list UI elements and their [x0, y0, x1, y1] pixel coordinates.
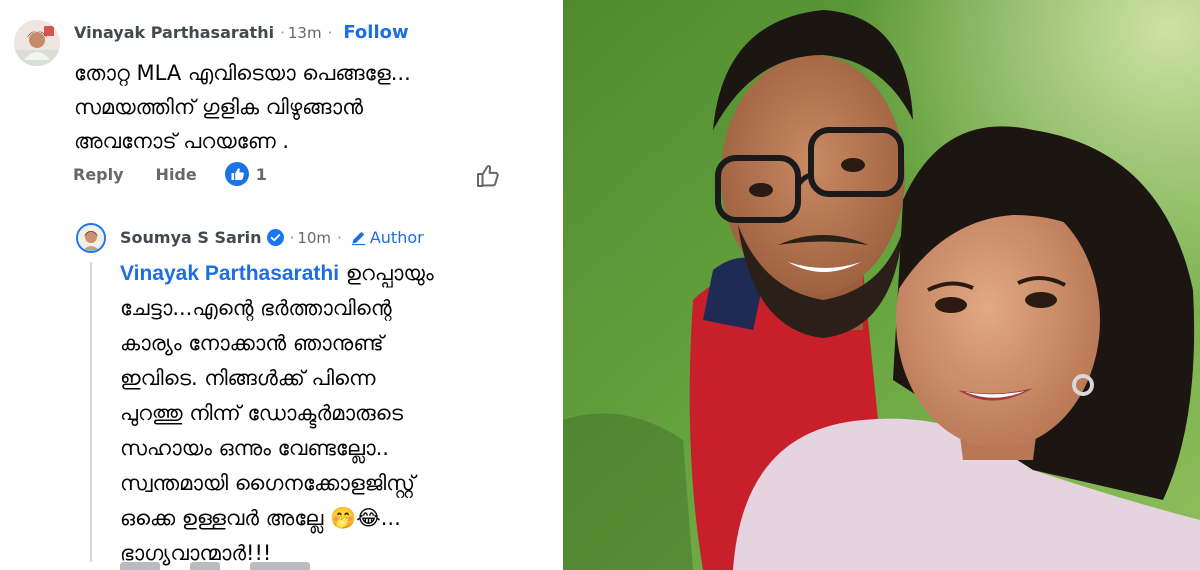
pencil-icon: [350, 229, 367, 246]
meta-separator: ·: [337, 228, 342, 247]
reply-line: ഒക്കെ ഉള്ളവർ അല്ലേ 🤭😂...: [120, 506, 401, 530]
cut-off-action: [120, 562, 160, 570]
meta-separator: ·: [327, 23, 333, 42]
reply-line: Vinayak Parthasarathi ഉറപ്പായും: [120, 256, 545, 291]
profile-photo-icon: [14, 20, 60, 66]
reply-text: Vinayak Parthasarathi ഉറപ്പായും ചേട്ടാ..…: [120, 256, 545, 570]
comment-thread: Vinayak Parthasarathi · 13m · Follow തോറ…: [0, 0, 560, 570]
profile-photo-icon: [78, 225, 104, 251]
reply-thread-line: [90, 262, 92, 562]
comment-text: തോറ്റ MLA എവിടെയാ പെങ്ങളേ... സമയത്തിന് ഗ…: [74, 56, 514, 158]
reply-line: പുറത്തു നിന്ന് ഡോക്ടർമാരുടെ: [120, 401, 403, 425]
reply-header: Soumya S Sarin · 10m · Author: [120, 228, 424, 247]
comment-line: തോറ്റ MLA എവിടെയാ പെങ്ങളേ...: [74, 61, 411, 85]
meta-separator: ·: [289, 228, 295, 247]
reply-line: ഇവിടെ. നിങ്ങൾക്ക് പിന്നെ: [120, 366, 376, 390]
reply-line-text: ഉറപ്പായും: [339, 261, 434, 285]
commenter-avatar[interactable]: [14, 20, 60, 66]
mention-link[interactable]: Vinayak Parthasarathi: [120, 262, 339, 285]
couple-selfie-photo: [563, 0, 1200, 570]
thumbs-up-icon[interactable]: [475, 163, 501, 189]
author-badge: Author: [350, 228, 424, 247]
follow-button[interactable]: Follow: [343, 22, 408, 43]
reply-timestamp[interactable]: 10m: [297, 229, 331, 247]
cut-off-action: [250, 562, 310, 570]
reply-button[interactable]: Reply: [73, 165, 124, 184]
cut-off-action: [190, 562, 220, 570]
reply-line: കാര്യം നോക്കാൻ ഞാനുണ്ട്: [120, 331, 384, 355]
reply-line: സഹായം ഒന്നും വേണ്ടല്ലോ..: [120, 436, 389, 460]
verified-badge-icon: [266, 229, 284, 246]
reaction-count: 1: [255, 164, 267, 184]
reply-author-avatar[interactable]: [76, 223, 106, 253]
comment-timestamp[interactable]: 13m: [288, 24, 322, 42]
reply-line: ചേട്ടാ...എന്റെ ഭർത്താവിന്റെ: [120, 296, 392, 320]
reply-actions-cut-off: [120, 562, 310, 570]
commenter-name[interactable]: Vinayak Parthasarathi: [74, 23, 274, 42]
author-badge-label: Author: [369, 228, 424, 247]
like-reaction-icon: [224, 162, 249, 186]
meta-separator: ·: [280, 23, 285, 42]
comment-line: സമയത്തിന് ഗുളിക വിഴുങ്ങാൻ: [74, 95, 363, 119]
reply-author-name[interactable]: Soumya S Sarin: [120, 228, 262, 247]
reply-line: സ്വന്തമായി ഗൈനക്കോളജിസ്റ്റ്: [120, 471, 415, 495]
comment-header: Vinayak Parthasarathi · 13m · Follow: [74, 22, 409, 43]
comment-line: അവനോട് പറയണേ .: [74, 129, 290, 153]
comment-actions: Reply Hide 1: [73, 162, 267, 186]
hide-button[interactable]: Hide: [156, 165, 197, 184]
reaction-summary[interactable]: 1: [224, 162, 267, 186]
